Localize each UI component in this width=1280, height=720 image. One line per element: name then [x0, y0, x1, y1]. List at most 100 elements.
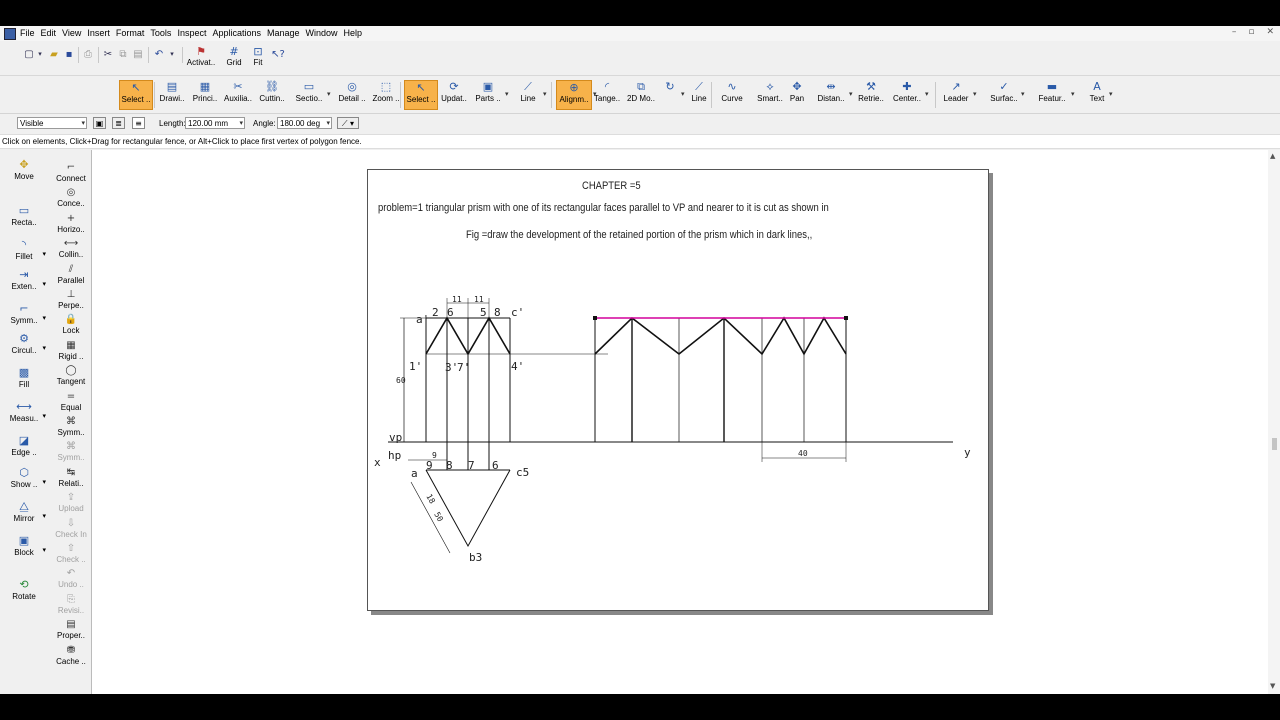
chevron-down-icon[interactable]: ▾: [925, 90, 929, 98]
ribbon-cuttin-button[interactable]: ⛓ Cuttin..: [256, 80, 288, 110]
cut-icon[interactable]: ✂: [101, 47, 115, 61]
open-folder-icon[interactable]: ▰: [47, 47, 61, 61]
tool-circul-button[interactable]: ⚙ Circul.. ▾: [0, 332, 48, 362]
help-pointer-icon[interactable]: ↖?: [271, 47, 285, 61]
chevron-down-icon[interactable]: ▾: [973, 90, 977, 98]
relation-perpe-button[interactable]: ⊥ Perpe..: [51, 289, 91, 313]
relation-cache-button[interactable]: ⛃ Cache ..: [51, 645, 91, 669]
selection-handle[interactable]: [593, 316, 597, 320]
chevron-down-icon[interactable]: ▾: [42, 280, 46, 288]
menu-inspect[interactable]: Inspect: [177, 27, 212, 38]
chevron-down-icon[interactable]: ▾: [42, 546, 46, 554]
line-style-button[interactable]: ≣: [112, 117, 125, 129]
line-mode-dropdown[interactable]: ⟋ ▾: [337, 117, 359, 129]
length-input[interactable]: 120.00 mm ▾: [185, 117, 245, 129]
menu-help[interactable]: Help: [344, 27, 369, 38]
minimize-icon[interactable]: –: [1232, 27, 1237, 37]
menu-manage[interactable]: Manage: [267, 27, 306, 38]
tool-rotate-button[interactable]: ⟲ Rotate: [0, 578, 48, 608]
ribbon-surfac-button[interactable]: ✓ Surfac..: [988, 80, 1020, 110]
ribbon-detail-button[interactable]: ◎ Detail ..: [336, 80, 368, 110]
relation-lock-button[interactable]: 🔒 Lock: [51, 314, 91, 338]
new-file-icon[interactable]: ▢: [22, 47, 36, 61]
tool-fill-button[interactable]: ▩ Fill: [0, 366, 48, 396]
relation-proper-button[interactable]: ▤ Proper..: [51, 619, 91, 643]
selection-handle[interactable]: [844, 316, 848, 320]
scroll-thumb[interactable]: [1272, 438, 1277, 450]
fit-button[interactable]: ⊡ Fit: [247, 45, 269, 73]
menu-window[interactable]: Window: [306, 27, 344, 38]
relation-collin-button[interactable]: ⟷ Collin..: [51, 238, 91, 262]
line-weight-button[interactable]: ≡: [132, 117, 145, 129]
ribbon-updat-button[interactable]: ⟳ Updat..: [438, 80, 470, 110]
ribbon-curve-button[interactable]: ∿ Curve: [716, 80, 748, 110]
ribbon-sectio-button[interactable]: ▭ Sectio..: [292, 80, 326, 110]
relation-tangent-button[interactable]: ◯ Tangent: [51, 365, 91, 389]
grid-button[interactable]: # Grid: [221, 45, 247, 73]
top-view-triangle[interactable]: [425, 469, 511, 548]
tool-measu-button[interactable]: ⟷ Measu.. ▾: [0, 400, 48, 430]
ribbon-parts-button[interactable]: ▣ Parts ..: [472, 80, 504, 110]
scroll-up-icon[interactable]: ▲: [1270, 152, 1275, 160]
ribbon-select-button[interactable]: ↖ Select ..: [119, 80, 153, 110]
chevron-down-icon[interactable]: ▾: [1109, 90, 1113, 98]
chevron-down-icon[interactable]: ▾: [327, 90, 331, 98]
ribbon-distan-button[interactable]: ⇹ Distan..: [814, 80, 848, 110]
chevron-down-icon[interactable]: ▾: [849, 90, 853, 98]
chevron-down-icon[interactable]: ▾: [42, 478, 46, 486]
vertical-scrollbar[interactable]: ▲ ▼: [1268, 150, 1280, 694]
chevron-down-icon[interactable]: ▾: [42, 344, 46, 352]
chevron-down-icon[interactable]: ▾: [42, 250, 46, 258]
tool-block-button[interactable]: ▣ Block ▾: [0, 534, 48, 564]
chevron-down-icon[interactable]: ▾: [681, 90, 685, 98]
ribbon-select-button[interactable]: ↖ Select ..: [404, 80, 438, 110]
ribbon-center-button[interactable]: ✚ Center..: [890, 80, 924, 110]
relation-rigid-button[interactable]: ▦ Rigid ..: [51, 340, 91, 364]
tool-move-button[interactable]: ✥ Move: [0, 158, 48, 188]
relation-horizo-button[interactable]: + Horizo..: [51, 213, 91, 237]
drawing-sheet[interactable]: CHAPTER =5 problem=1 triangular prism wi…: [367, 169, 989, 611]
ribbon-line-button[interactable]: ⟋ Line: [686, 80, 712, 110]
ribbon-featur-button[interactable]: ▬ Featur..: [1034, 80, 1070, 110]
save-icon[interactable]: ▪: [62, 47, 76, 61]
tool-recta-button[interactable]: ▭ Recta..: [0, 204, 48, 234]
ribbon-alignm-button[interactable]: ⊕ Alignm..: [556, 80, 592, 110]
chevron-down-icon[interactable]: ▾: [1021, 90, 1025, 98]
relation-symm-button[interactable]: ⌘ Symm..: [51, 416, 91, 440]
tool-edge-button[interactable]: ◪ Edge ..: [0, 434, 48, 464]
chevron-down-icon[interactable]: ▾: [42, 412, 46, 420]
restore-icon[interactable]: ▫: [1248, 27, 1254, 37]
ribbon-zoom-button[interactable]: ⬚ Zoom ..: [370, 80, 402, 110]
ribbon-leader-button[interactable]: ↗ Leader: [940, 80, 972, 110]
ribbon-text-button[interactable]: A Text: [1086, 80, 1108, 110]
activate-button[interactable]: ⚑ Activat..: [185, 45, 217, 73]
drawing-canvas[interactable]: CHAPTER =5 problem=1 triangular prism wi…: [92, 150, 1268, 694]
linetype-select[interactable]: Visible ▾: [17, 117, 87, 129]
tool-mirror-button[interactable]: ⧋ Mirror ▾: [0, 500, 48, 530]
ribbon-pan-button[interactable]: ✥ Pan: [786, 80, 808, 110]
menu-insert[interactable]: Insert: [87, 27, 116, 38]
ribbon-2d-mo-button[interactable]: ⧉ 2D Mo..: [625, 80, 657, 110]
new-dropdown-icon[interactable]: ▾: [36, 47, 44, 61]
ribbon-tange-button[interactable]: ◜ Tange..: [593, 80, 621, 110]
tool-fillet-button[interactable]: ◝ Fillet ▾: [0, 238, 48, 268]
chevron-down-icon[interactable]: ▾: [1071, 90, 1075, 98]
menu-format[interactable]: Format: [116, 27, 151, 38]
menu-applications[interactable]: Applications: [212, 27, 267, 38]
undo-icon[interactable]: ↶: [152, 47, 166, 61]
menu-edit[interactable]: Edit: [41, 27, 63, 38]
copy-icon[interactable]: ⧉: [116, 47, 130, 61]
tool-show-button[interactable]: ⬡ Show .. ▾: [0, 466, 48, 496]
print-icon[interactable]: ⎙: [81, 47, 95, 61]
color-button[interactable]: ▣: [93, 117, 106, 129]
menu-file[interactable]: File: [20, 27, 41, 38]
chevron-down-icon[interactable]: ▾: [543, 90, 547, 98]
angle-input[interactable]: 180.00 deg ▾: [277, 117, 332, 129]
chevron-down-icon[interactable]: ▾: [42, 314, 46, 322]
chevron-down-icon[interactable]: ▾: [42, 512, 46, 520]
chevron-down-icon[interactable]: ▾: [505, 90, 509, 98]
ribbon-redo-button[interactable]: ↻: [660, 80, 680, 110]
ribbon-smart-button[interactable]: ⟡ Smart..: [756, 80, 784, 110]
undo-dropdown-icon[interactable]: ▾: [168, 47, 176, 61]
ribbon-retrie-button[interactable]: ⚒ Retrie..: [856, 80, 886, 110]
